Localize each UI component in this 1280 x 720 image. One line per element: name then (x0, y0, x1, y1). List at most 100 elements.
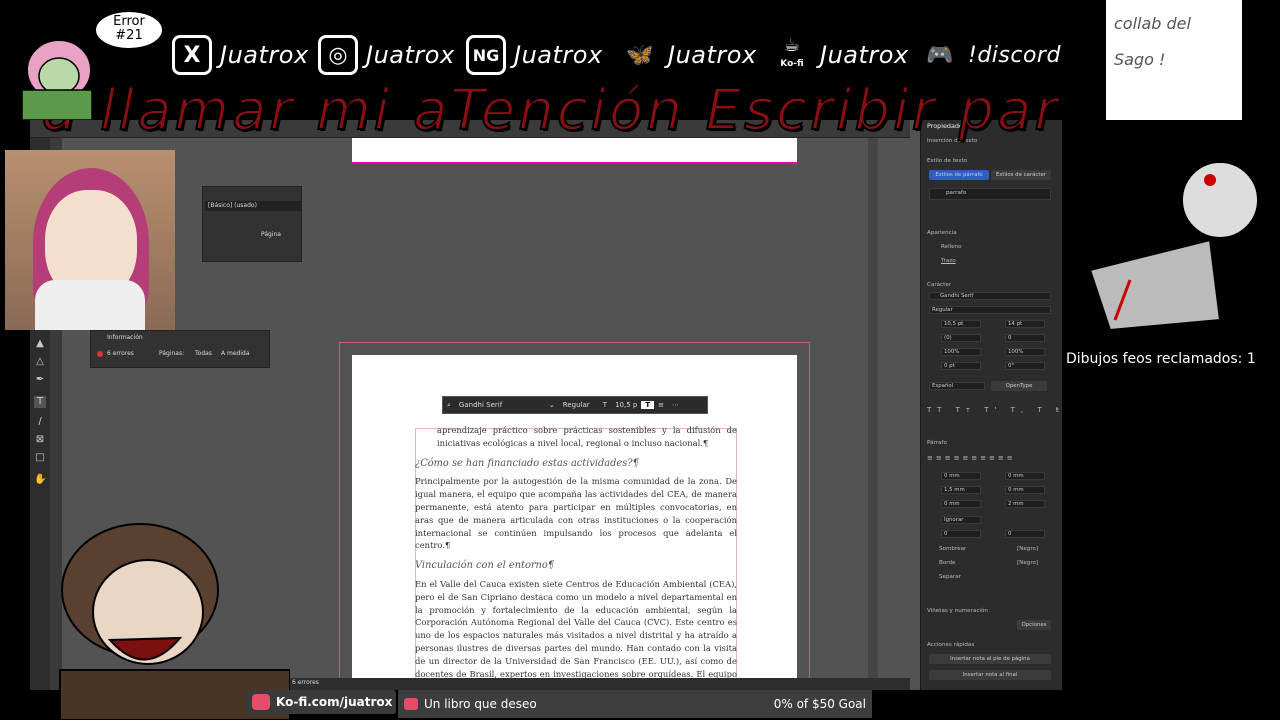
chevron-down-icon[interactable]: ⌄ (545, 401, 559, 409)
custom-pages-radio[interactable]: A medida (221, 350, 250, 357)
border-checkbox[interactable]: Borde (939, 560, 955, 566)
tracking-value: 0 (1008, 335, 1012, 341)
footnote-button[interactable]: Insertar nota al pie de página (929, 654, 1051, 664)
space-after-field[interactable]: 2 mm (1005, 500, 1045, 508)
drop-cap-chars-field[interactable]: 0 (1005, 530, 1045, 538)
section-label: Viñetas y numeración (927, 608, 988, 614)
status-errors[interactable]: 6 errores (292, 679, 319, 686)
social-x: X Juatrox (172, 32, 309, 78)
section-label: Apariencia (927, 230, 957, 236)
endnote-button[interactable]: Insertar nota al final (929, 670, 1051, 680)
section-label: Carácter (927, 282, 952, 288)
master-field[interactable]: [Básico] (usado) (205, 201, 301, 211)
first-line-field[interactable]: 1,5 mm (941, 486, 981, 494)
hand-tool-icon[interactable]: ✋ (34, 474, 46, 486)
social-instagram: ◎ Juatrox (318, 32, 455, 78)
drop-cap-lines-field[interactable]: 0 (941, 530, 981, 538)
tracking-field[interactable]: 0 (1005, 334, 1045, 342)
font-style-field[interactable]: Regular (559, 401, 599, 409)
social-name: Juatrox (220, 41, 309, 69)
paragraph: En el Valle del Cauca existen siete Cent… (415, 578, 737, 690)
grid-value: Ignorar (944, 517, 964, 523)
font-size-field[interactable]: 10,5 p (611, 401, 641, 409)
all-pages-radio[interactable]: Todas (195, 350, 212, 357)
kerning-value: (0) (944, 335, 952, 341)
separator-checkbox[interactable]: Separar (939, 574, 961, 580)
options-button[interactable]: Opciones (1017, 620, 1051, 630)
webcam-feed (5, 150, 175, 330)
text-fill-icon[interactable]: T (641, 401, 655, 409)
errors-count[interactable]: 6 errores (107, 350, 134, 357)
baseline-field[interactable]: 0 pt (941, 362, 981, 370)
avatar-body (35, 280, 145, 330)
vertical-scrollbar[interactable] (868, 138, 878, 678)
line-tool-icon[interactable]: / (34, 416, 46, 428)
page-label[interactable]: Página (261, 231, 281, 238)
font-family-field[interactable]: Gandhi Serif (455, 401, 545, 409)
selection-tool-icon[interactable]: ▲ (34, 338, 46, 350)
font-field[interactable]: Gandhi Serif (929, 292, 1051, 300)
vscale-field[interactable]: 100% (941, 348, 981, 356)
info-title[interactable]: Información (107, 334, 143, 341)
goal-title: Un libro que deseo (424, 697, 537, 711)
size-value: 10,5 pt (944, 321, 964, 327)
info-panel: Información 6 errores Páginas: Todas A m… (90, 330, 270, 368)
kofi-sub-label: Ko-fi (780, 59, 804, 69)
hscale-field[interactable]: 100% (1005, 348, 1045, 356)
case-buttons[interactable]: TT Tт T' T, T ŧ (927, 406, 1062, 414)
char-styles-button[interactable]: Estilos de carácter (991, 170, 1051, 180)
type-tool-icon[interactable]: T (34, 396, 46, 408)
subheading: ¿Cómo se han financiado estas actividade… (415, 457, 639, 469)
font-size-icon: T (602, 401, 608, 409)
stroke-label[interactable]: Trazo (941, 258, 956, 264)
para-style-field[interactable]: parrafo (929, 188, 1051, 200)
more-options-icon[interactable]: ⋯ (668, 401, 683, 409)
space-before-field[interactable]: 0 mm (941, 500, 981, 508)
align-icon[interactable]: ≡ (654, 401, 668, 409)
section-label: Acciones rápidas (927, 642, 975, 648)
shading-checkbox[interactable]: Sombrear (939, 546, 966, 552)
alignment-buttons[interactable]: ≡≡≡≡≡≡≡≡≡≡ (927, 454, 1016, 462)
first-line-value: 1,5 mm (944, 487, 965, 493)
contextual-task-bar: ⌕ Gandhi Serif ⌄ Regular T 10,5 p T ≡ ⋯ (442, 396, 708, 414)
kofi-cup-icon (404, 698, 418, 710)
kerning-field[interactable]: (0) (941, 334, 981, 342)
last-line-field[interactable]: 0 mm (1005, 486, 1045, 494)
kofi-cup-glyph: ☕ (783, 35, 801, 56)
size-field[interactable]: 10,5 pt (941, 320, 981, 328)
paragraph: aprendizaje práctico sobre prácticas sos… (437, 425, 737, 448)
indent-right-field[interactable]: 0 mm (1005, 472, 1045, 480)
newgrounds-icon: NG (466, 35, 506, 75)
rectangle-tool-icon[interactable]: □ (34, 452, 46, 464)
pen-tool-icon[interactable]: ✒ (34, 374, 46, 386)
goal-progress: 0% of $50 Goal (773, 697, 866, 711)
direct-select-tool-icon[interactable]: △ (34, 356, 46, 368)
font-value: Gandhi Serif (940, 293, 974, 299)
shading-color[interactable]: [Negro] (1017, 546, 1038, 552)
fill-label[interactable]: Relleno (941, 244, 962, 250)
hscale-value: 100% (1008, 349, 1024, 355)
leading-field[interactable]: 14 pt (1005, 320, 1045, 328)
grid-field[interactable]: Ignorar (941, 516, 981, 524)
error-dot-icon (97, 351, 103, 357)
language-field[interactable]: Español (929, 382, 985, 390)
font-style-field[interactable]: Regular (929, 306, 1051, 314)
language-value: Español (932, 383, 954, 389)
drop-cap-chars-value: 0 (1008, 531, 1012, 537)
rectangle-frame-tool-icon[interactable]: ⊠ (34, 434, 46, 446)
border-color[interactable]: [Negro] (1017, 560, 1038, 566)
skew-field[interactable]: 0° (1005, 362, 1045, 370)
para-styles-button[interactable]: Estilos de párrafo (929, 170, 989, 180)
claims-counter: Dibujos feos reclamados: 1 (1066, 351, 1256, 367)
story-text[interactable]: aprendizaje práctico sobre prácticas sos… (415, 424, 737, 690)
indent-left-field[interactable]: 0 mm (941, 472, 981, 480)
space-before-value: 0 mm (944, 501, 960, 507)
properties-panel: Propiedades Inserción de texto Estilo de… (920, 120, 1062, 690)
opentype-button[interactable]: OpenType (991, 381, 1047, 391)
social-kofi: ☕ Ko-fi Juatrox (772, 32, 909, 78)
social-name: Juatrox (820, 41, 909, 69)
para-style-value: parrafo (946, 190, 967, 196)
paragraph: Principalmente por la autogestión de la … (415, 476, 737, 551)
section-label: Estilo de texto (927, 158, 968, 164)
kofi-link[interactable]: Ko-fi.com/juatrox (246, 690, 396, 714)
